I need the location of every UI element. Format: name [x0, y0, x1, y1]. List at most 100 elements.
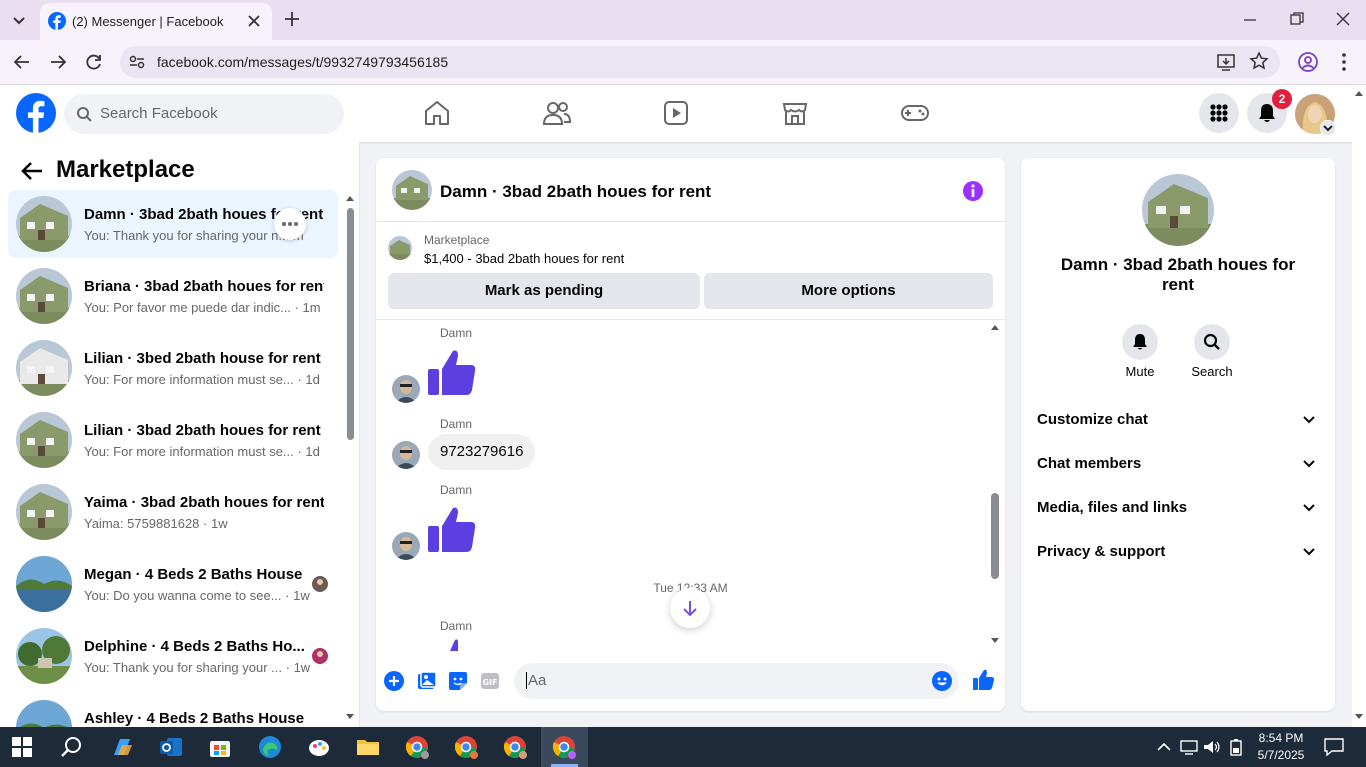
- marketplace-icon[interactable]: [781, 99, 809, 127]
- more-options-button[interactable]: More options: [704, 273, 993, 309]
- copilot-icon[interactable]: [110, 735, 134, 759]
- scroll-down-icon[interactable]: [1354, 713, 1364, 721]
- gaming-icon[interactable]: [900, 99, 930, 127]
- property-photo-icon: [16, 412, 72, 468]
- browser-tab-messenger[interactable]: (2) Messenger | Facebook: [40, 3, 272, 40]
- chrome-profile-2-icon[interactable]: [454, 735, 478, 759]
- menu-button[interactable]: [1199, 93, 1239, 133]
- sidebar-scroll-thumb[interactable]: [347, 208, 354, 440]
- install-app-icon[interactable]: [1216, 52, 1236, 72]
- friends-icon[interactable]: [542, 99, 572, 127]
- reload-icon[interactable]: [84, 52, 104, 72]
- bookmark-star-icon[interactable]: [1249, 51, 1269, 71]
- edge-icon[interactable]: [258, 735, 282, 759]
- sender-avatar[interactable]: [392, 532, 420, 560]
- address-bar[interactable]: facebook.com/messages/t/9932749793456185: [120, 46, 1280, 78]
- scroll-down-icon[interactable]: [345, 713, 355, 721]
- thread-scrollbar[interactable]: [989, 321, 1001, 651]
- scroll-up-icon[interactable]: [1354, 89, 1364, 97]
- gif-icon[interactable]: GIF: [480, 671, 500, 691]
- add-plus-icon[interactable]: [384, 671, 404, 691]
- conversation-item[interactable]: Megan · 4 Beds 2 Baths House You: Do you …: [8, 550, 338, 618]
- conversation-item[interactable]: Briana · 3bad 2bath houes for rent You: P…: [8, 262, 338, 330]
- conversation-preview: You: For more information must se... · 1…: [84, 372, 324, 387]
- customize-chat-section[interactable]: Customize chat: [1037, 400, 1321, 440]
- page-scrollbar[interactable]: [1352, 85, 1366, 727]
- outlook-icon[interactable]: [159, 735, 183, 759]
- search-icon: [77, 107, 92, 122]
- search-facebook-input[interactable]: Search Facebook: [64, 94, 344, 134]
- sticker-icon[interactable]: [448, 671, 468, 691]
- chat-members-section[interactable]: Chat members: [1037, 444, 1321, 484]
- listing-thumbnail[interactable]: [388, 236, 412, 260]
- close-tab-icon[interactable]: [246, 13, 262, 29]
- restore-icon[interactable]: [1289, 11, 1305, 27]
- account-dropdown[interactable]: [1320, 120, 1336, 136]
- scroll-up-icon[interactable]: [990, 323, 1000, 331]
- tab-title: (2) Messenger | Facebook: [72, 14, 224, 29]
- taskbar-clock[interactable]: 8:54 PM 5/7/2025: [1250, 730, 1312, 764]
- taskbar-search-icon[interactable]: [60, 735, 84, 759]
- facebook-logo-icon[interactable]: [16, 93, 56, 133]
- sidebar-scrollbar[interactable]: [344, 194, 356, 727]
- volume-icon[interactable]: [1203, 739, 1221, 755]
- info-avatar[interactable]: [1142, 174, 1214, 246]
- conversation-item[interactable]: Delphine · 4 Beds 2 Baths Ho... You: Than…: [8, 622, 338, 690]
- back-arrow-icon[interactable]: [12, 52, 32, 72]
- paint-icon[interactable]: [307, 735, 331, 759]
- conversation-item[interactable]: Lilian · 3bad 2bath houes for rent You: F…: [8, 406, 338, 474]
- forward-arrow-icon[interactable]: [48, 52, 68, 72]
- minimize-icon[interactable]: [1242, 12, 1258, 28]
- conversation-item[interactable]: Lilian · 3bed 2bath house for rent You: F…: [8, 334, 338, 402]
- chevron-down-icon: [13, 17, 25, 25]
- chat-title[interactable]: Damn · 3bad 2bath houes for rent: [440, 182, 711, 202]
- chat-window: Damn · 3bad 2bath houes for rent Marketp…: [376, 158, 1005, 711]
- conversation-options-button[interactable]: [274, 208, 306, 240]
- mark-as-pending-button[interactable]: Mark as pending: [388, 273, 700, 309]
- show-hidden-icons-icon[interactable]: [1157, 741, 1171, 753]
- conversation-item[interactable]: Yaima · 3bad 2bath houes for rent Yaima: …: [8, 478, 338, 546]
- file-explorer-icon[interactable]: [356, 735, 380, 759]
- media-files-links-section[interactable]: Media, files and links: [1037, 488, 1321, 528]
- message-input[interactable]: Aa: [514, 663, 959, 699]
- notification-center-icon[interactable]: [1324, 738, 1344, 756]
- conversation-thumbnail: [16, 268, 72, 324]
- new-tab-icon[interactable]: [283, 10, 301, 28]
- chat-avatar[interactable]: [392, 170, 432, 210]
- microsoft-store-icon[interactable]: [208, 735, 232, 759]
- photo-attach-icon[interactable]: [417, 671, 437, 691]
- conversation-time: · 1d: [297, 372, 320, 387]
- search-icon: [1203, 333, 1220, 350]
- scroll-to-bottom-button[interactable]: [670, 588, 710, 628]
- profile-icon[interactable]: [1297, 51, 1319, 73]
- home-icon[interactable]: [423, 99, 451, 127]
- send-like-icon[interactable]: [972, 669, 994, 691]
- search-in-conversation-button[interactable]: Search: [1189, 324, 1235, 379]
- windows-start-icon[interactable]: [12, 737, 32, 757]
- chrome-profile-3-icon[interactable]: [503, 735, 527, 759]
- thread-scroll-thumb[interactable]: [991, 493, 999, 579]
- back-arrow-icon[interactable]: [20, 160, 44, 182]
- conversation-item[interactable]: Damn · 3bad 2bath houes for rent You: Tha…: [8, 190, 338, 258]
- tab-list-button[interactable]: [6, 8, 32, 32]
- site-info-icon[interactable]: [128, 54, 146, 70]
- conversation-item[interactable]: Ashley · 4 Beds 2 Baths House: [8, 694, 338, 727]
- emoji-icon[interactable]: [932, 671, 952, 691]
- browser-menu-icon[interactable]: [1340, 52, 1348, 72]
- sender-avatar[interactable]: [392, 375, 420, 403]
- scroll-down-icon[interactable]: [990, 637, 1000, 645]
- sender-avatar[interactable]: [392, 441, 420, 469]
- chrome-profile-1-icon[interactable]: [405, 735, 429, 759]
- info-icon[interactable]: [962, 180, 984, 202]
- scroll-up-icon[interactable]: [345, 194, 355, 202]
- battery-icon[interactable]: [1229, 738, 1243, 756]
- url-text: facebook.com/messages/t/9932749793456185: [157, 54, 449, 70]
- listing-title[interactable]: $1,400 - 3bad 2bath houes for rent: [424, 251, 624, 266]
- close-window-icon[interactable]: [1335, 11, 1351, 27]
- active-app-highlight[interactable]: [541, 727, 588, 767]
- mute-button[interactable]: Mute: [1119, 324, 1161, 379]
- video-icon[interactable]: [662, 99, 690, 127]
- message-bubble[interactable]: 9723279616: [428, 434, 536, 470]
- privacy-support-section[interactable]: Privacy & support: [1037, 532, 1321, 572]
- network-icon[interactable]: [1180, 739, 1198, 755]
